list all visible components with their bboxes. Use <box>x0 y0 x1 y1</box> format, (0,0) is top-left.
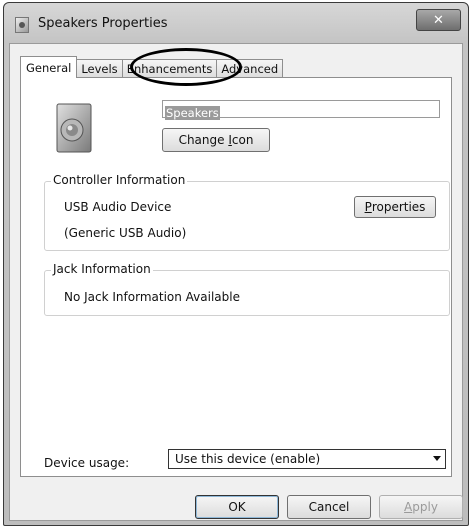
speaker-app-icon <box>15 17 29 33</box>
device-usage-selected: Use this device (enable) <box>175 452 321 466</box>
cancel-button[interactable]: Cancel <box>287 495 371 519</box>
window-title: Speakers Properties <box>38 16 168 31</box>
tab-advanced[interactable]: Advanced <box>216 59 284 78</box>
close-button[interactable]: ✕ <box>416 9 461 31</box>
change-icon-label-prefix: Change <box>178 133 229 147</box>
title-bar[interactable]: Speakers Properties ✕ <box>4 3 468 43</box>
change-icon-label-suffix: con <box>231 133 254 147</box>
chevron-down-icon <box>433 456 441 461</box>
jack-information-label: Jack Information <box>51 262 153 276</box>
controller-driver-name: (Generic USB Audio) <box>64 226 187 240</box>
tab-levels[interactable]: Levels <box>76 59 123 78</box>
tab-general[interactable]: General <box>20 56 78 78</box>
apply-label-accel: A <box>404 500 413 514</box>
controller-properties-button[interactable]: Properties <box>354 196 436 218</box>
speakers-properties-window: Speakers Properties ✕ General Levels Enh… <box>3 2 469 526</box>
close-icon: ✕ <box>433 12 444 28</box>
change-icon-button[interactable]: Change Icon <box>162 128 270 152</box>
properties-label-suffix: roperties <box>371 200 426 214</box>
ok-button[interactable]: OK <box>195 495 279 519</box>
jack-status-text: No Jack Information Available <box>64 290 240 304</box>
device-name-value: Speakers <box>165 106 220 120</box>
tab-enhancements[interactable]: Enhancements <box>121 59 218 78</box>
properties-label-accel: P <box>364 200 372 214</box>
apply-button[interactable]: Apply <box>379 495 463 519</box>
controller-device-name: USB Audio Device <box>64 200 172 214</box>
controller-information-label: Controller Information <box>51 173 188 187</box>
tab-strip: General Levels Enhancements Advanced <box>20 56 284 78</box>
speaker-icon <box>56 103 92 153</box>
device-usage-dropdown[interactable]: Use this device (enable) <box>168 449 446 469</box>
apply-label-suffix: pply <box>412 500 438 514</box>
device-usage-label: Device usage: <box>44 456 130 470</box>
device-name-input[interactable]: Speakers <box>162 100 440 120</box>
